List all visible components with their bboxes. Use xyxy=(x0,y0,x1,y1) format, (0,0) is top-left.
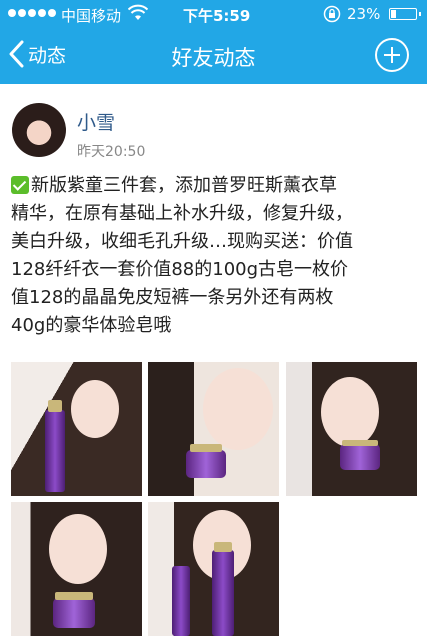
status-bar: 中国移动 下午5:59 23% xyxy=(0,0,427,28)
battery-icon xyxy=(389,8,421,20)
post-photo-3[interactable] xyxy=(286,362,417,496)
post-photo-5[interactable] xyxy=(148,502,279,636)
battery-percent: 23% xyxy=(347,5,381,23)
post-photo-2[interactable] xyxy=(148,362,279,496)
post-text-line: 美白升级，收细毛孔升级…现购买送：价值 xyxy=(11,231,353,252)
post-text-line: 128纤纤衣一套价值88的100g古皂一枚价 xyxy=(11,259,349,280)
post-photo-1[interactable] xyxy=(11,362,142,496)
rotation-lock-icon xyxy=(323,5,341,27)
post-photo-4[interactable] xyxy=(11,502,142,636)
author-name[interactable]: 小雪 xyxy=(77,108,115,135)
carrier-name: 中国移动 xyxy=(61,7,122,25)
wifi-icon xyxy=(127,4,149,26)
post-timestamp: 昨天20:50 xyxy=(77,144,146,160)
post-text-line: 新版紫童三件套，添加普罗旺斯薰衣草 xyxy=(11,172,421,200)
check-mark-icon xyxy=(11,176,29,194)
signal-strength-icon xyxy=(8,9,56,17)
post-text-line: 40g的豪华体验皂哦 xyxy=(11,315,172,336)
status-time: 下午5:59 xyxy=(183,7,251,25)
plus-circle-icon[interactable] xyxy=(375,38,409,72)
post-text: 新版紫童三件套，添加普罗旺斯薰衣草 精华，在原有基础上补水升级，修复升级， 美白… xyxy=(11,172,421,340)
page-title: 好友动态 xyxy=(171,46,256,70)
post-text-line: 值128的晶晶免皮短裤一条另外还有两枚 xyxy=(11,287,334,308)
navigation-bar: 动态 好友动态 xyxy=(0,28,427,84)
avatar[interactable] xyxy=(12,103,66,157)
post-text-line: 精华，在原有基础上补水升级，修复升级， xyxy=(11,203,353,224)
